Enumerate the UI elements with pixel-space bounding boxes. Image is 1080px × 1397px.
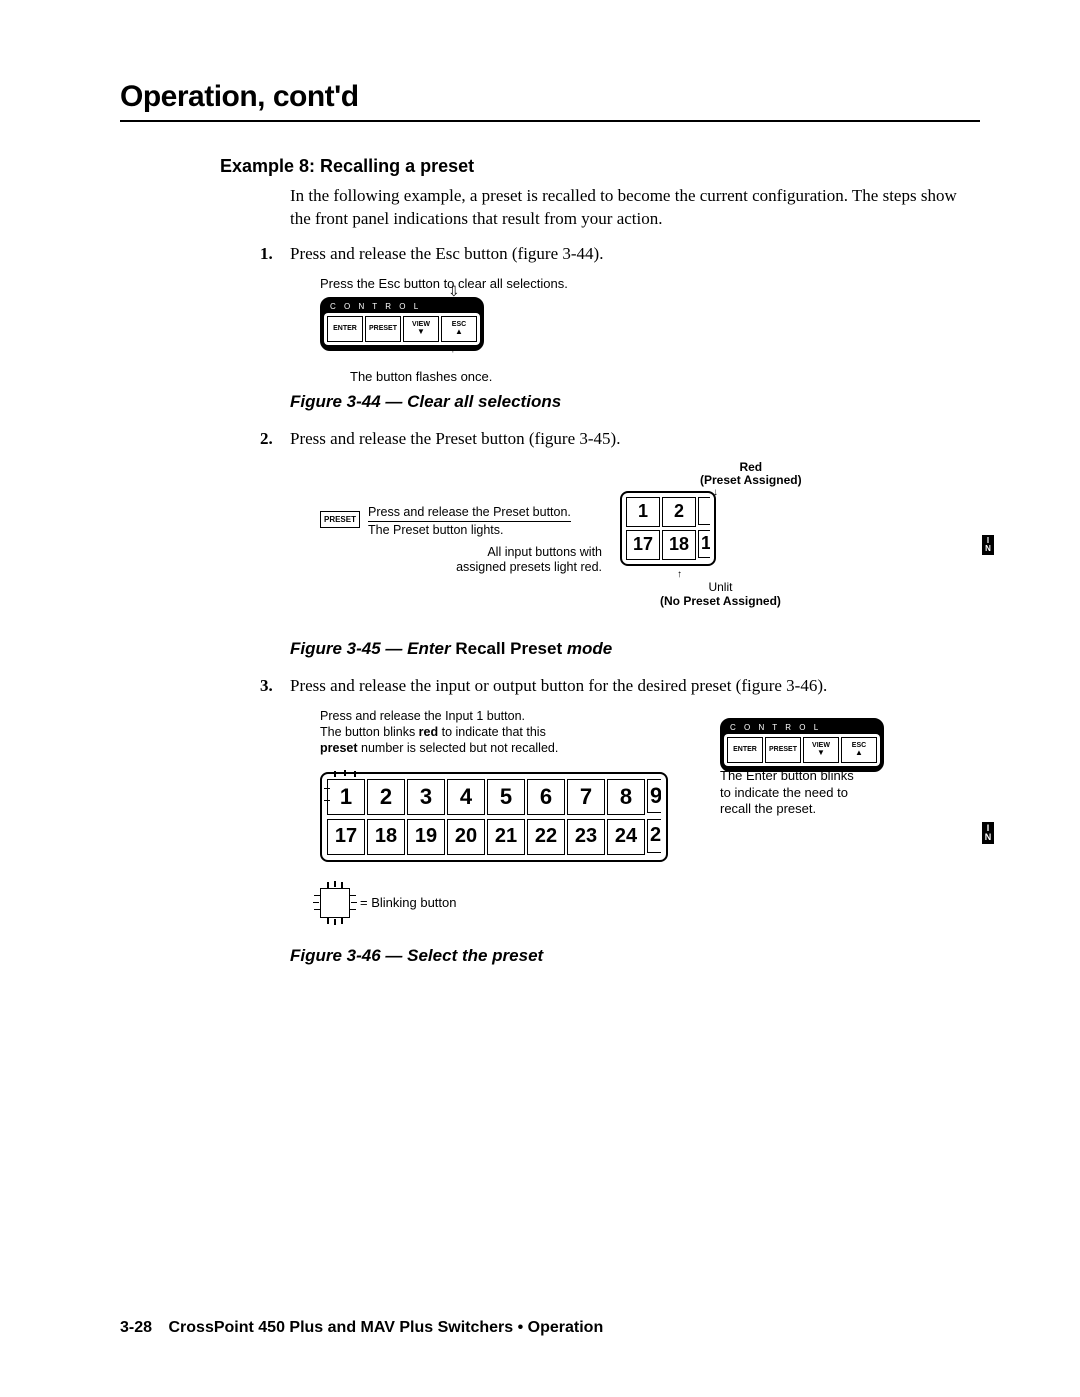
step-text: Press and release the Preset button (fig… — [290, 428, 980, 451]
input-button-25-cut: 2 — [647, 819, 661, 853]
input-button-18: 18 — [367, 819, 405, 855]
step-3: 3. Press and release the input or output… — [260, 675, 980, 698]
input-panel: 1 2 17 18 1 — [620, 491, 716, 566]
input-button-17: 17 — [327, 819, 365, 855]
figure-3-45-caption: Figure 3-45 — Enter Recall Preset mode — [290, 639, 980, 659]
view-button: VIEW▼ — [803, 737, 839, 763]
input-button-cut — [698, 497, 710, 525]
assigned-note: All input buttons with assigned presets … — [412, 545, 602, 576]
input-button-6: 6 — [527, 779, 565, 815]
button-row-top: 1 2 — [626, 497, 710, 527]
control-panel: C O N T R O L ENTER PRESET VIEW▼ ESC▲ — [720, 718, 884, 772]
input-button-20: 20 — [447, 819, 485, 855]
step-number: 1. — [260, 243, 290, 266]
figure-3-44: Press the Esc button to clear all select… — [320, 276, 980, 384]
preset-button: PRESET — [365, 316, 401, 342]
input-button-2: 2 — [367, 779, 405, 815]
input-button-24: 24 — [607, 819, 645, 855]
input-button-3: 3 — [407, 779, 445, 815]
control-panel: C O N T R O L ENTER PRESET VIEW▼ ESC▲ — [320, 297, 484, 351]
view-button: VIEW▼ — [403, 316, 439, 342]
button-row-bottom: 17 18 1 — [626, 530, 710, 560]
red-label: Red (Preset Assigned) — [700, 461, 802, 487]
input-button-7: 7 — [567, 779, 605, 815]
in-label: IN — [982, 535, 994, 555]
fig46-note: Press and release the Input 1 button. Th… — [320, 708, 558, 757]
button-row-top: 1 2 3 4 5 6 7 8 9 — [327, 779, 661, 815]
figure-3-46-caption: Figure 3-46 — Select the preset — [290, 946, 980, 966]
input-button-9-cut: 9 — [647, 779, 661, 813]
manual-page: Operation, cont'd Example 8: Recalling a… — [0, 0, 1080, 1397]
in-label: IN — [982, 822, 994, 844]
input-button-19-cut: 1 — [698, 530, 710, 558]
input-button-22: 22 — [527, 819, 565, 855]
arrow-up-icon: ↑ — [677, 569, 682, 580]
step-number: 3. — [260, 675, 290, 698]
input-button-23: 23 — [567, 819, 605, 855]
fig44-top-note: Press the Esc button to clear all select… — [320, 276, 980, 291]
step-number: 2. — [260, 428, 290, 451]
figure-3-45: Red (Preset Assigned) ↓ PRESET Press and… — [320, 461, 980, 631]
input-panel-large: 1 2 3 4 5 6 7 8 9 17 18 19 20 21 22 23 2… — [320, 772, 668, 862]
esc-button: ESC▲ — [441, 316, 477, 342]
up-triangle-icon: ▲ — [455, 328, 463, 336]
arrow-up-icon: ↑ — [450, 341, 456, 355]
enter-blink-note: The Enter button blinks to indicate the … — [720, 768, 854, 819]
input-button-2: 2 — [662, 497, 696, 527]
chapter-title: Operation, cont'd — [120, 80, 980, 114]
step-text: Press and release the input or output bu… — [290, 675, 980, 698]
input-button-1: 1 — [327, 779, 365, 815]
input-button-21: 21 — [487, 819, 525, 855]
preset-button: PRESET — [320, 511, 360, 528]
preset-note: Press and release the Preset button. The… — [368, 505, 571, 539]
input-button-18: 18 — [662, 530, 696, 560]
arrow-down-icon: ⇩ — [448, 283, 460, 300]
control-button-row: ENTER PRESET VIEW▼ ESC▲ — [324, 313, 480, 345]
step-2: 2. Press and release the Preset button (… — [260, 428, 980, 451]
preset-button: PRESET — [765, 737, 801, 763]
input-button-4: 4 — [447, 779, 485, 815]
page-footer: 3-28 CrossPoint 450 Plus and MAV Plus Sw… — [120, 1319, 603, 1337]
input-button-17: 17 — [626, 530, 660, 560]
button-row-bottom: 17 18 19 20 21 22 23 24 2 — [327, 819, 661, 855]
fig44-bottom-note: The button flashes once. — [350, 369, 980, 384]
input-button-8: 8 — [607, 779, 645, 815]
intro-paragraph: In the following example, a preset is re… — [290, 185, 980, 231]
step-1: 1. Press and release the Esc button (fig… — [260, 243, 980, 266]
enter-button: ENTER — [727, 737, 763, 763]
input-button-1: 1 — [626, 497, 660, 527]
input-button-19: 19 — [407, 819, 445, 855]
blinking-legend: = Blinking button — [320, 888, 456, 918]
down-triangle-icon: ▼ — [417, 328, 425, 336]
enter-button: ENTER — [327, 316, 363, 342]
control-label: C O N T R O L — [324, 301, 480, 313]
figure-3-46: Press and release the Input 1 button. Th… — [320, 708, 980, 938]
footer-text: CrossPoint 450 Plus and MAV Plus Switche… — [168, 1319, 603, 1336]
figure-3-44-caption: Figure 3-44 — Clear all selections — [290, 392, 980, 412]
unlit-label: Unlit (No Preset Assigned) — [660, 581, 781, 609]
title-rule — [120, 120, 980, 122]
step-text: Press and release the Esc button (figure… — [290, 243, 980, 266]
esc-button: ESC▲ — [841, 737, 877, 763]
legend-text: = Blinking button — [360, 895, 456, 910]
page-number: 3-28 — [120, 1319, 152, 1336]
input-button-5: 5 — [487, 779, 525, 815]
example-heading: Example 8: Recalling a preset — [220, 156, 980, 177]
blink-square-icon — [320, 888, 350, 918]
